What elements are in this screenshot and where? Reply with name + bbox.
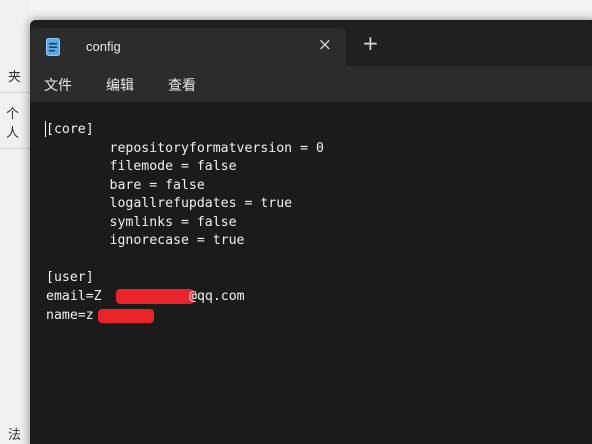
background-label: 夹 (8, 70, 22, 85)
code-line: [core] (46, 122, 94, 137)
tab-title: config (86, 39, 121, 54)
menu-edit[interactable]: 编辑 (106, 75, 134, 95)
close-tab-icon[interactable]: × (318, 35, 332, 55)
code-line: @qq.com (189, 289, 245, 304)
code-line: repositoryformatversion = 0 (46, 140, 324, 156)
background-divider (0, 148, 30, 149)
new-tab-icon[interactable]: + (362, 33, 379, 53)
notepad-icon (46, 38, 60, 56)
code-line: [user] (46, 270, 94, 285)
screen: 夹 个人 法 config × + 文件 编辑 查看 [core] reposi… (0, 0, 592, 444)
code-line: symlinks = false (46, 214, 237, 230)
menu-view[interactable]: 查看 (168, 75, 196, 95)
background-window: 夹 个人 法 (0, 0, 30, 444)
text-editor[interactable]: [core] repositoryformatversion = 0 filem… (30, 102, 592, 444)
tab-config[interactable]: config × (30, 28, 346, 66)
background-label: 法 (8, 428, 22, 443)
code-line: email=Z (46, 289, 102, 304)
code-line: bare = false (46, 177, 205, 193)
tab-strip: config × + (30, 20, 592, 66)
menu-bar: 文件 编辑 查看 (30, 66, 592, 102)
notepad-window: config × + 文件 编辑 查看 [core] repositoryfor… (30, 20, 592, 444)
menu-file[interactable]: 文件 (44, 75, 72, 95)
code-line: filemode = false (46, 159, 237, 174)
code-line: ignorecase = true (46, 233, 245, 248)
code-line: name=z (46, 308, 94, 323)
redaction-mark (98, 309, 154, 323)
code-line: logallrefupdates = true (46, 196, 293, 211)
background-divider (0, 92, 30, 93)
background-label: 个人 (6, 107, 20, 141)
redaction-mark (116, 289, 194, 304)
